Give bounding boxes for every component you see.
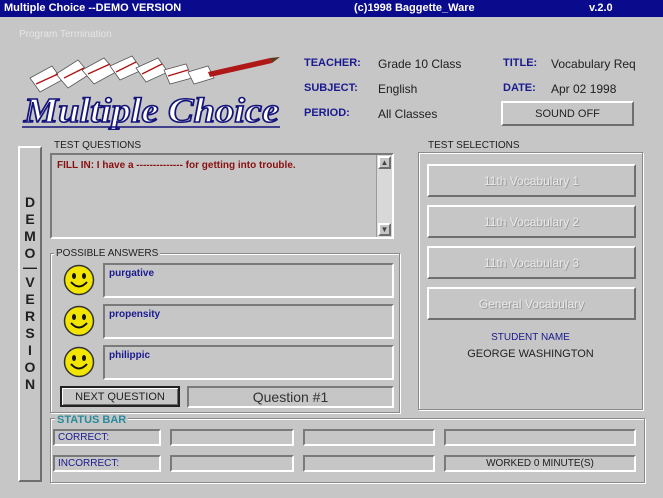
answer-option-3[interactable]: philippic xyxy=(103,345,394,380)
selection-vocabulary-3-button[interactable]: 11th Vocabulary 3 xyxy=(427,246,636,279)
test-selections-label: TEST SELECTIONS xyxy=(428,140,520,151)
title-value: Vocabulary Req xyxy=(551,57,636,71)
question-display: FILL IN: I have a -------------- for get… xyxy=(50,153,394,239)
selection-vocabulary-2-button[interactable]: 11th Vocabulary 2 xyxy=(427,205,636,238)
answer-text: philippic xyxy=(109,350,151,361)
demo-version-banner: D E M O — V E R S I O N xyxy=(18,146,42,482)
selection-general-vocabulary-button[interactable]: General Vocabulary xyxy=(427,287,636,320)
demo-letter: D xyxy=(24,194,36,210)
demo-letter: N xyxy=(24,376,36,392)
correct-label: CORRECT: xyxy=(53,429,161,446)
demo-letter: E xyxy=(25,291,35,307)
answer-text: purgative xyxy=(109,268,155,279)
scroll-down-icon[interactable]: ▼ xyxy=(378,223,391,236)
possible-answers-label: POSSIBLE ANSWERS xyxy=(54,248,161,259)
status-bar-frame xyxy=(50,418,645,483)
answer-text: propensity xyxy=(109,309,161,320)
demo-separator: — xyxy=(23,259,37,275)
demo-letter: R xyxy=(24,308,36,324)
question-scrollbar[interactable]: ▲ ▼ xyxy=(376,155,392,237)
student-name-label: STUDENT NAME xyxy=(491,332,570,343)
subject-label: SUBJECT: xyxy=(304,82,358,94)
question-text: FILL IN: I have a -------------- for get… xyxy=(57,160,296,171)
demo-letter: S xyxy=(25,325,35,341)
version-text: v.2.0 xyxy=(589,2,613,14)
smiley-icon[interactable] xyxy=(63,305,95,337)
period-label: PERIOD: xyxy=(304,107,350,119)
test-questions-label: TEST QUESTIONS xyxy=(54,140,142,151)
student-name-value: GEORGE WASHINGTON xyxy=(467,348,594,360)
question-number: Question #1 xyxy=(187,386,394,408)
answer-option-1[interactable]: purgative xyxy=(103,263,394,298)
smiley-icon[interactable] xyxy=(63,346,95,378)
answer-option-2[interactable]: propensity xyxy=(103,304,394,339)
demo-letter: E xyxy=(25,211,35,227)
incorrect-field-1 xyxy=(170,455,294,472)
sound-off-button[interactable]: SOUND OFF xyxy=(501,101,634,126)
selection-vocabulary-1-button[interactable]: 11th Vocabulary 1 xyxy=(427,164,636,197)
title-bar: Multiple Choice --DEMO VERSION (c)1998 B… xyxy=(0,0,663,17)
teacher-value: Grade 10 Class xyxy=(378,57,462,71)
pencil-icon xyxy=(208,57,280,77)
subject-value: English xyxy=(378,82,418,96)
demo-letter: O xyxy=(24,359,36,375)
worked-time: WORKED 0 MINUTE(S) xyxy=(444,455,636,472)
period-value: All Classes xyxy=(378,107,438,121)
smiley-icon[interactable] xyxy=(63,264,95,296)
next-question-button[interactable]: NEXT QUESTION xyxy=(60,386,180,407)
multiple-choice-logo: Multiple Choice xyxy=(22,55,280,130)
incorrect-label: INCORRECT: xyxy=(53,455,161,472)
correct-field-3 xyxy=(444,429,636,446)
demo-letter: M xyxy=(24,228,36,244)
scroll-up-icon[interactable]: ▲ xyxy=(378,156,391,169)
logo-text: Multiple Choice xyxy=(23,91,279,130)
date-label: DATE: xyxy=(503,82,536,94)
incorrect-field-2 xyxy=(303,455,435,472)
title-label: TITLE: xyxy=(503,57,538,69)
status-bar-title: STATUS BAR xyxy=(55,414,129,426)
window-title: Multiple Choice --DEMO VERSION xyxy=(4,2,182,14)
menu-program-termination[interactable]: Program Termination xyxy=(19,29,112,40)
date-value: Apr 02 1998 xyxy=(551,82,617,96)
correct-field-2 xyxy=(303,429,435,446)
demo-letter: V xyxy=(25,274,35,290)
correct-field-1 xyxy=(170,429,294,446)
teacher-label: TEACHER: xyxy=(304,57,361,69)
demo-letter: I xyxy=(28,342,32,358)
copyright-text: (c)1998 Baggette_Ware xyxy=(354,2,475,14)
